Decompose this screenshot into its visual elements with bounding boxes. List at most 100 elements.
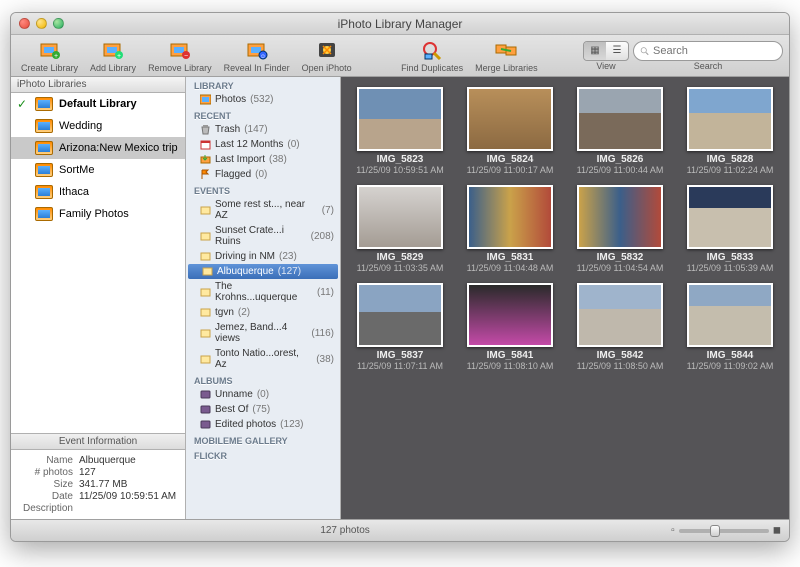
source-item[interactable]: The Krohns...uquerque (11) — [186, 279, 340, 305]
open-iphoto-button[interactable]: Open iPhoto — [298, 36, 356, 75]
source-item-label: tgvn — [215, 307, 234, 318]
photo-thumbnail[interactable]: IMG_5841 11/25/09 11:08:10 AM — [459, 283, 561, 371]
thumbnail-name: IMG_5833 — [707, 252, 754, 263]
event-name-label: Name — [19, 455, 79, 466]
thumbnail-name: IMG_5828 — [707, 154, 754, 165]
source-item[interactable]: Driving in NM (23) — [186, 249, 340, 264]
library-item[interactable]: ✓ Default Library — [11, 93, 185, 115]
evt-icon — [200, 231, 211, 242]
library-name: Default Library — [59, 98, 137, 110]
library-item[interactable]: Arizona:New Mexico trip — [11, 137, 185, 159]
event-size-value: 341.77 MB — [79, 479, 127, 490]
event-photos-label: # photos — [19, 467, 79, 478]
source-item[interactable]: Unname (0) — [186, 387, 340, 402]
photo-thumbnail[interactable]: IMG_5823 11/25/09 10:59:51 AM — [349, 87, 451, 175]
merge-libraries-icon — [494, 38, 518, 62]
thumbnail-date: 11/25/09 11:04:54 AM — [577, 263, 664, 273]
remove-library-label: Remove Library — [148, 63, 212, 73]
source-group-label: MOBILEME GALLERY — [186, 432, 340, 447]
event-size-label: Size — [19, 479, 79, 490]
view-grid-button[interactable]: ▦ — [584, 42, 606, 60]
photo-thumbnail[interactable]: IMG_5828 11/25/09 11:02:24 AM — [679, 87, 781, 175]
search-label: Search — [694, 61, 723, 71]
source-item-count: (208) — [311, 231, 334, 242]
merge-libraries-button[interactable]: Merge Libraries — [471, 36, 542, 75]
library-name: SortMe — [59, 164, 94, 176]
minimize-icon[interactable] — [36, 18, 47, 29]
thumbnail-name: IMG_5826 — [597, 154, 644, 165]
add-library-button[interactable]: + Add Library — [86, 36, 140, 75]
library-item[interactable]: Family Photos — [11, 203, 185, 225]
zoom-slider[interactable]: ▫ ◼ — [671, 525, 781, 536]
photo-thumbnail[interactable]: IMG_5832 11/25/09 11:04:54 AM — [569, 185, 671, 273]
source-item-label: Last 12 Months — [215, 139, 283, 150]
source-item[interactable]: Flagged (0) — [186, 167, 340, 182]
thumbnail-date: 11/25/09 11:02:24 AM — [687, 165, 774, 175]
zoom-knob[interactable] — [710, 525, 720, 537]
photo-thumbnail[interactable]: IMG_5833 11/25/09 11:05:39 AM — [679, 185, 781, 273]
library-name: Wedding — [59, 120, 102, 132]
source-item[interactable]: Edited photos (123) — [186, 417, 340, 432]
library-icon — [35, 97, 53, 111]
thumbnail-date: 11/25/09 11:05:39 AM — [687, 263, 774, 273]
library-item[interactable]: Ithaca — [11, 181, 185, 203]
source-item[interactable]: Albuquerque (127) — [188, 264, 338, 279]
photo-thumbnail[interactable]: IMG_5831 11/25/09 11:04:48 AM — [459, 185, 561, 273]
photo-thumbnail[interactable]: IMG_5826 11/25/09 11:00:44 AM — [569, 87, 671, 175]
event-date-label: Date — [19, 491, 79, 502]
photo-thumbnail[interactable]: IMG_5829 11/25/09 11:03:35 AM — [349, 185, 451, 273]
source-item-count: (532) — [250, 94, 273, 105]
library-item[interactable]: SortMe — [11, 159, 185, 181]
svg-text:+: + — [117, 53, 121, 60]
thumbnail-image — [357, 283, 443, 347]
find-duplicates-button[interactable]: Find Duplicates — [397, 36, 467, 75]
source-item-count: (0) — [257, 389, 269, 400]
source-item-count: (11) — [317, 287, 334, 298]
source-item-count: (38) — [269, 154, 287, 165]
status-bar: 127 photos ▫ ◼ — [11, 519, 789, 541]
photo-thumbnail[interactable]: IMG_5837 11/25/09 11:07:11 AM — [349, 283, 451, 371]
source-item-label: Some rest st..., near AZ — [215, 199, 318, 221]
remove-library-button[interactable]: − Remove Library — [144, 36, 216, 75]
search-input[interactable] — [653, 45, 776, 57]
photo-thumbnail[interactable]: IMG_5842 11/25/09 11:08:50 AM — [569, 283, 671, 371]
library-list: ✓ Default Library Wedding Arizona:New Me… — [11, 93, 185, 433]
source-item[interactable]: Last 12 Months (0) — [186, 137, 340, 152]
source-item[interactable]: Photos (532) — [186, 92, 340, 107]
source-list: LIBRARY Photos (532)RECENT Trash (147) L… — [186, 77, 341, 519]
svg-text:−: − — [184, 53, 188, 60]
source-item[interactable]: Jemez, Band...4 views (116) — [186, 320, 340, 346]
event-photos-value: 127 — [79, 467, 96, 478]
source-item[interactable]: Sunset Crate...i Ruins (208) — [186, 223, 340, 249]
source-item-label: Unname — [215, 389, 253, 400]
titlebar: iPhoto Library Manager — [11, 13, 789, 35]
event-date-value: 11/25/09 10:59:51 AM — [79, 491, 176, 502]
view-list-button[interactable]: ☰ — [606, 42, 628, 60]
thumbnail-image — [687, 87, 773, 151]
evt-icon — [200, 287, 211, 298]
source-item-count: (2) — [238, 307, 250, 318]
toolbar: + Create Library + Add Library − Remove … — [11, 35, 789, 77]
library-item[interactable]: Wedding — [11, 115, 185, 137]
reveal-in-finder-button[interactable]: ☺ Reveal In Finder — [220, 36, 294, 75]
source-item[interactable]: tgvn (2) — [186, 305, 340, 320]
evt-icon — [202, 266, 213, 277]
alb-icon — [200, 389, 211, 400]
event-name-value: Albuquerque — [79, 455, 136, 466]
source-item-count: (38) — [316, 354, 334, 365]
search-field[interactable] — [633, 41, 783, 61]
zoom-track[interactable] — [679, 529, 769, 533]
source-item[interactable]: Best Of (75) — [186, 402, 340, 417]
source-item[interactable]: Trash (147) — [186, 122, 340, 137]
thumbnail-image — [687, 283, 773, 347]
photo-thumbnail[interactable]: IMG_5844 11/25/09 11:09:02 AM — [679, 283, 781, 371]
create-library-button[interactable]: + Create Library — [17, 36, 82, 75]
svg-text:+: + — [53, 53, 57, 60]
window-controls — [19, 18, 64, 29]
source-item[interactable]: Tonto Natio...orest, Az (38) — [186, 346, 340, 372]
close-icon[interactable] — [19, 18, 30, 29]
source-item[interactable]: Some rest st..., near AZ (7) — [186, 197, 340, 223]
zoom-icon[interactable] — [53, 18, 64, 29]
source-item[interactable]: Last Import (38) — [186, 152, 340, 167]
photo-thumbnail[interactable]: IMG_5824 11/25/09 11:00:17 AM — [459, 87, 561, 175]
